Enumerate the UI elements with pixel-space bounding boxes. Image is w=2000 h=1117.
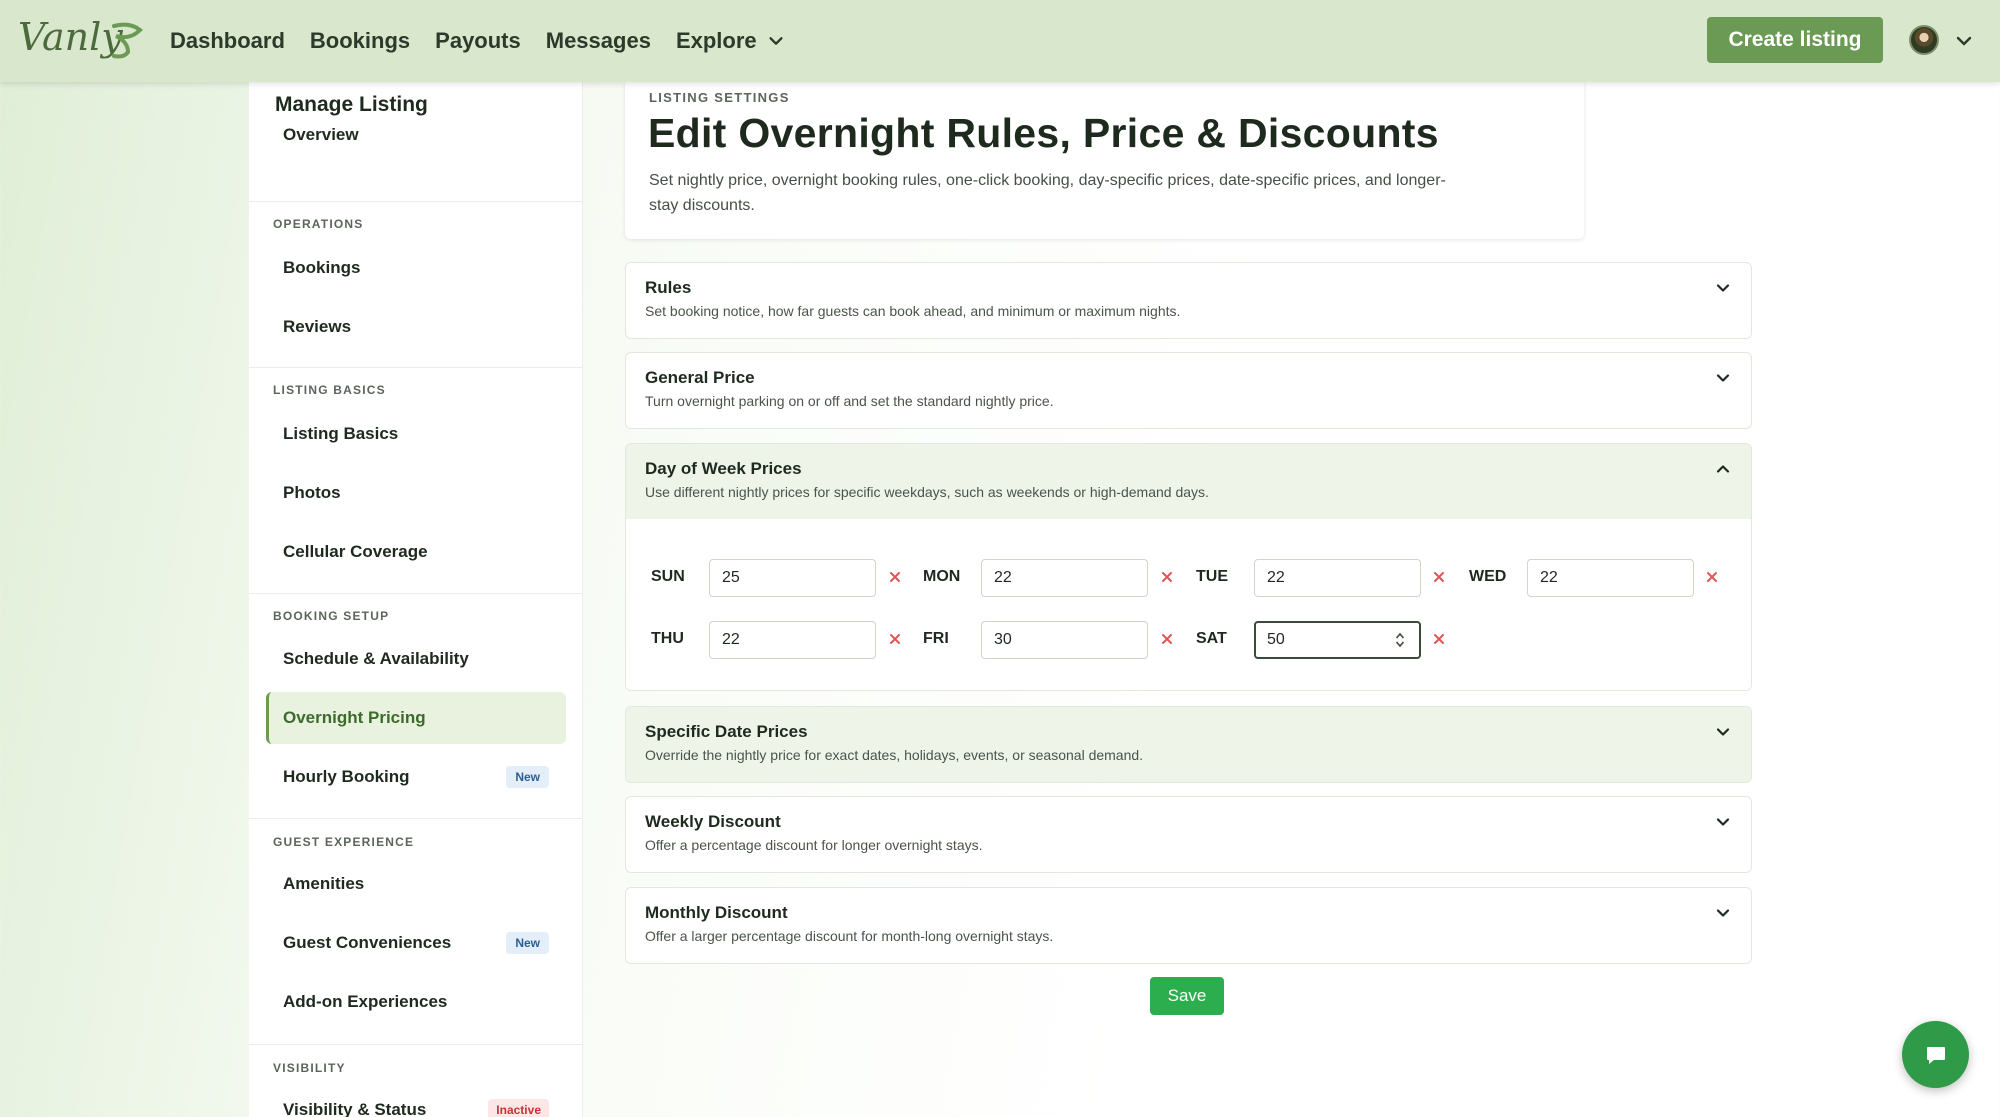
top-nav: Vanly Dashboard Bookings Payouts Message…	[0, 0, 2000, 82]
sidebar-item-photos[interactable]: Photos	[266, 467, 566, 519]
chevron-down-icon	[769, 37, 783, 45]
section-title: Weekly Discount	[645, 812, 781, 831]
section-day-of-week-header[interactable]: Day of Week Prices Use different nightly…	[626, 444, 1751, 519]
clear-x-icon[interactable]	[1432, 570, 1446, 584]
section-monthly-discount-header[interactable]: Monthly Discount Offer a larger percenta…	[626, 888, 1751, 963]
section-specific-date-header[interactable]: Specific Date Prices Override the nightl…	[626, 707, 1751, 782]
chevron-down-icon	[1716, 284, 1730, 292]
sidebar-section-guest-experience: GUEST EXPERIENCE	[273, 835, 415, 849]
page-description: Set nightly price, overnight booking rul…	[649, 172, 1446, 214]
svg-text:Vanly: Vanly	[18, 15, 123, 59]
sidebar: Manage Listing Overview OPERATIONS Booki…	[249, 82, 583, 1117]
day-label-thu: THU	[651, 630, 684, 647]
create-listing-button[interactable]: Create listing	[1707, 17, 1883, 63]
section-general-price-header[interactable]: General Price Turn overnight parking on …	[626, 353, 1751, 428]
section-weekly-discount-header[interactable]: Weekly Discount Offer a percentage disco…	[626, 797, 1751, 872]
sidebar-item-cellular-coverage[interactable]: Cellular Coverage	[266, 526, 566, 578]
price-input-wed[interactable]	[1527, 559, 1694, 597]
nav-payouts[interactable]: Payouts	[435, 28, 521, 54]
sidebar-item-add-on-experiences[interactable]: Add-on Experiences	[266, 976, 566, 1028]
clear-x-icon[interactable]	[888, 632, 902, 646]
sidebar-item-amenities[interactable]: Amenities	[266, 858, 566, 910]
clear-x-icon[interactable]	[1160, 632, 1174, 646]
nav-explore[interactable]: Explore	[676, 28, 785, 54]
price-input-tue[interactable]	[1254, 559, 1421, 597]
day-of-week-grid: SUN MON TUE WED THU FRI SAT	[626, 519, 1751, 690]
price-input-fri[interactable]	[981, 621, 1148, 659]
day-label-sat: SAT	[1196, 630, 1227, 647]
clear-x-icon[interactable]	[888, 570, 902, 584]
sidebar-section-listing-basics: LISTING BASICS	[273, 383, 386, 397]
inactive-badge: Inactive	[488, 1099, 549, 1117]
nav-messages[interactable]: Messages	[546, 28, 651, 54]
sidebar-section-operations: OPERATIONS	[273, 217, 364, 231]
section-rules-header[interactable]: Rules Set booking notice, how far guests…	[626, 263, 1751, 338]
section-weekly-discount: Weekly Discount Offer a percentage disco…	[625, 796, 1752, 873]
section-title: Monthly Discount	[645, 903, 788, 922]
price-input-sun[interactable]	[709, 559, 876, 597]
day-label-mon: MON	[923, 568, 961, 585]
save-button[interactable]: Save	[1150, 977, 1224, 1015]
section-title: General Price	[645, 368, 755, 387]
price-input-mon[interactable]	[981, 559, 1148, 597]
chevron-down-icon	[1716, 909, 1730, 917]
day-label-fri: FRI	[923, 630, 949, 647]
section-subtitle: Use different nightly prices for specifi…	[645, 484, 1209, 500]
header-card: LISTING SETTINGS Edit Overnight Rules, P…	[625, 82, 1584, 239]
sidebar-item-reviews[interactable]: Reviews	[266, 301, 566, 353]
chat-button[interactable]	[1902, 1021, 1969, 1088]
section-title: Specific Date Prices	[645, 722, 808, 741]
eyebrow: LISTING SETTINGS	[649, 90, 790, 105]
clear-x-icon[interactable]	[1432, 632, 1446, 646]
sidebar-item-bookings[interactable]: Bookings	[266, 242, 566, 294]
section-day-of-week-prices: Day of Week Prices Use different nightly…	[625, 443, 1752, 691]
section-subtitle: Override the nightly price for exact dat…	[645, 747, 1144, 763]
day-label-tue: TUE	[1196, 568, 1228, 585]
section-subtitle: Offer a larger percentage discount for m…	[645, 928, 1054, 944]
clear-x-icon[interactable]	[1705, 570, 1719, 584]
section-title: Rules	[645, 278, 692, 297]
sidebar-section-visibility: VISIBILITY	[273, 1061, 346, 1075]
sidebar-item-schedule[interactable]: Schedule & Availability	[266, 633, 566, 685]
price-input-thu[interactable]	[709, 621, 876, 659]
avatar[interactable]	[1909, 25, 1939, 55]
new-badge: New	[506, 932, 549, 954]
section-subtitle: Offer a percentage discount for longer o…	[645, 837, 983, 853]
sidebar-item-overnight-pricing[interactable]: Overnight Pricing	[266, 692, 566, 744]
sidebar-item-visibility-status[interactable]: Visibility & Status Inactive	[266, 1084, 566, 1117]
chevron-down-icon	[1716, 728, 1730, 736]
day-label-wed: WED	[1469, 568, 1507, 585]
sidebar-item-hourly-booking[interactable]: Hourly Booking New	[266, 751, 566, 803]
chevron-down-icon	[1716, 374, 1730, 382]
vanly-logo[interactable]: Vanly	[18, 12, 146, 64]
page-title: Edit Overnight Rules, Price & Discounts	[648, 110, 1439, 156]
nav-bookings[interactable]: Bookings	[310, 28, 410, 54]
section-rules: Rules Set booking notice, how far guests…	[625, 262, 1752, 339]
chevron-up-icon	[1716, 465, 1730, 473]
clear-x-icon[interactable]	[1160, 570, 1174, 584]
section-subtitle: Set booking notice, how far guests can b…	[645, 303, 1181, 319]
chat-bubble-icon	[1926, 1046, 1945, 1064]
number-spinner-icon[interactable]	[1395, 630, 1405, 650]
chevron-down-icon	[1716, 818, 1730, 826]
day-label-sun: SUN	[651, 568, 685, 585]
section-title: Day of Week Prices	[645, 459, 802, 478]
sidebar-item-guest-conveniences[interactable]: Guest Conveniences New	[266, 917, 566, 969]
chevron-down-icon[interactable]	[1954, 31, 1974, 51]
section-specific-date-prices: Specific Date Prices Override the nightl…	[625, 706, 1752, 783]
sidebar-item-overview[interactable]: Overview	[266, 109, 566, 161]
section-subtitle: Turn overnight parking on or off and set…	[645, 393, 1054, 409]
new-badge: New	[506, 766, 549, 788]
section-monthly-discount: Monthly Discount Offer a larger percenta…	[625, 887, 1752, 964]
section-general-price: General Price Turn overnight parking on …	[625, 352, 1752, 429]
nav-dashboard[interactable]: Dashboard	[170, 28, 285, 54]
sidebar-item-listing-basics[interactable]: Listing Basics	[266, 408, 566, 460]
sidebar-section-booking-setup: BOOKING SETUP	[273, 609, 390, 623]
